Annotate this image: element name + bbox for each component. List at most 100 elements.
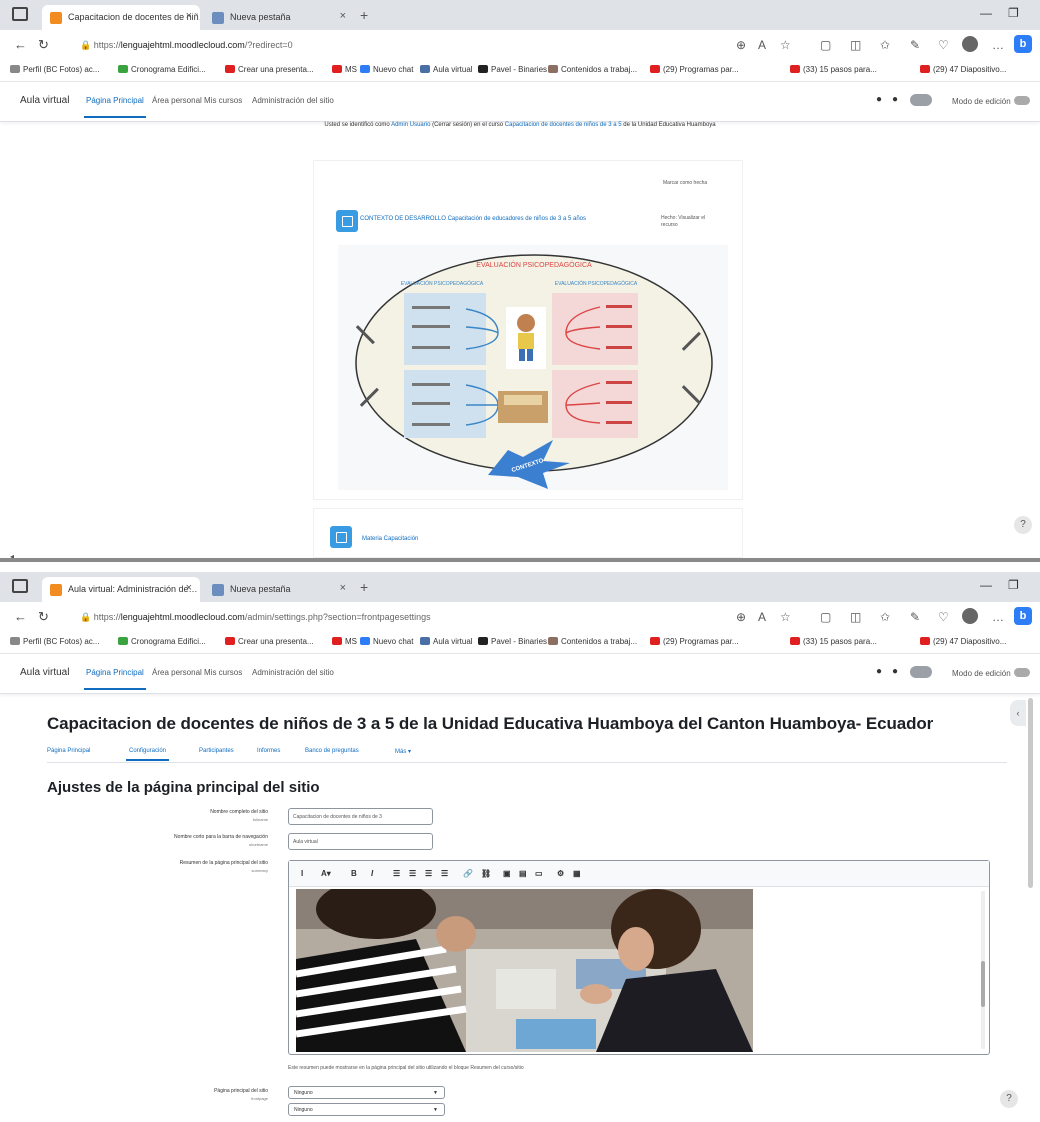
bookmark-item[interactable]: Perfil (BC Fotos) ac... — [10, 637, 99, 646]
minimize-icon[interactable]: — — [980, 578, 992, 592]
browser-tab-active[interactable]: Capacitacion de docentes de niñ… × — [42, 5, 200, 30]
recording-icon[interactable]: ▭ — [535, 869, 543, 878]
read-aloud-icon[interactable]: A — [758, 610, 766, 624]
activity-title-link[interactable]: CONTEXTO DE DESARROLLO Capacitación de e… — [360, 215, 650, 224]
more-menu-icon[interactable]: … — [992, 610, 1004, 624]
ordered-list-icon[interactable]: ☰ — [409, 869, 416, 878]
zoom-icon[interactable]: ⊕ — [736, 38, 746, 52]
window-menu-icon[interactable] — [12, 7, 28, 21]
profile-avatar-icon[interactable] — [962, 36, 978, 52]
nav-home[interactable]: Página Principal — [84, 668, 146, 690]
edit-mode-toggle[interactable]: Modo de edición — [952, 668, 1030, 678]
bookmark-item[interactable]: Perfil (BC Fotos) ac... — [10, 65, 99, 74]
bookmark-item[interactable]: Cronograma Edifici... — [118, 637, 206, 646]
bookmark-item[interactable]: Crear una presenta... — [225, 637, 314, 646]
bookmark-item[interactable]: Nuevo chat — [360, 65, 413, 74]
block-drawer-toggle-icon[interactable]: ‹ — [1010, 700, 1026, 726]
site-name[interactable]: Aula virtual — [20, 95, 69, 106]
maximize-icon[interactable]: ❐ — [1008, 578, 1019, 592]
summary-editor[interactable]: I A▾ B I ☰ ☰ ☰ ☰ 🔗 ⛓ ▣ ▤ ▭ ⚙ ▦ — [288, 860, 990, 1055]
favorites-icon[interactable]: ✩ — [880, 38, 890, 52]
browser-tab-active[interactable]: Aula virtual: Administración de… × — [42, 577, 200, 602]
collections-icon[interactable]: ◫ — [850, 38, 861, 52]
toolbar-toggle-button[interactable]: I — [301, 869, 303, 878]
bold-button[interactable]: B — [351, 869, 357, 878]
nav-my-courses[interactable]: Mis cursos — [204, 96, 242, 105]
close-tab-icon[interactable]: × — [186, 10, 192, 22]
horizontal-scrollbar[interactable] — [0, 558, 1040, 562]
italic-button[interactable]: I — [371, 869, 373, 878]
bookmark-item[interactable]: Contenidos a trabaj... — [548, 65, 637, 74]
new-tab-icon[interactable]: + — [360, 7, 368, 23]
favorites-icon[interactable]: ✩ — [880, 610, 890, 624]
help-icon[interactable]: ? — [1000, 1090, 1018, 1108]
media-icon[interactable]: ▤ — [519, 869, 527, 878]
page-scrollbar[interactable] — [1028, 698, 1033, 888]
browser-essentials-icon[interactable]: ♡ — [938, 38, 949, 52]
notifications-bell-icon[interactable]: ● — [876, 666, 882, 677]
reload-icon[interactable]: ↻ — [38, 609, 49, 625]
tab-settings[interactable]: Configuración — [125, 748, 170, 761]
browser-tab-new[interactable]: Nueva pestaña × — [204, 5, 354, 30]
bookmark-item[interactable]: Aula virtual — [420, 65, 473, 74]
nav-site-admin[interactable]: Administración del sitio — [252, 668, 334, 677]
site-name[interactable]: Aula virtual — [20, 667, 69, 678]
back-icon[interactable]: ← — [14, 609, 27, 624]
bookmark-item[interactable]: Pavel - Binaries — [478, 65, 547, 74]
activity-title-link[interactable]: Materia Capacitación — [362, 536, 418, 542]
nav-home[interactable]: Página Principal — [84, 96, 146, 118]
bookmark-item[interactable]: MS — [332, 637, 357, 646]
bookmark-item[interactable]: Nuevo chat — [360, 637, 413, 646]
tab-home[interactable]: Página Principal — [47, 748, 90, 754]
h5p-icon[interactable]: ⚙ — [557, 869, 564, 878]
maximize-icon[interactable]: ❐ — [1008, 6, 1019, 20]
browser-essentials-icon[interactable]: ♡ — [938, 610, 949, 624]
favorite-star-icon[interactable]: ☆ — [780, 610, 791, 624]
copilot-icon[interactable]: b — [1014, 35, 1032, 53]
browser-tab-new[interactable]: Nueva pestaña × — [204, 577, 354, 602]
shortname-input[interactable]: Aula virtual — [288, 833, 433, 850]
reload-icon[interactable]: ↻ — [38, 37, 49, 53]
user-avatar[interactable] — [910, 94, 932, 106]
nav-my-courses[interactable]: Mis cursos — [204, 668, 242, 677]
copilot-icon[interactable]: b — [1014, 607, 1032, 625]
bookmark-item[interactable]: (29) Programas par... — [650, 65, 739, 74]
mark-done-button[interactable]: Marcar como hecha — [663, 180, 707, 186]
nav-site-admin[interactable]: Administración del sitio — [252, 96, 334, 105]
nav-dashboard[interactable]: Área personal — [152, 668, 202, 677]
zoom-icon[interactable]: ⊕ — [736, 610, 746, 624]
close-tab-icon[interactable]: × — [340, 10, 346, 22]
bookmark-item[interactable]: Pavel - Binaries — [478, 637, 547, 646]
user-avatar[interactable] — [910, 666, 932, 678]
bookmark-item[interactable]: (33) 15 pasos para... — [790, 637, 877, 646]
tab-participants[interactable]: Participantes — [199, 748, 234, 754]
minimize-icon[interactable]: — — [980, 6, 992, 20]
font-style-button[interactable]: A▾ — [321, 869, 331, 878]
extensions-icon[interactable]: ✎ — [910, 38, 920, 52]
user-link[interactable]: Admin Usuario — [391, 122, 430, 128]
collections-icon[interactable]: ◫ — [850, 610, 861, 624]
bookmark-item[interactable]: (29) 47 Diapositivo... — [920, 65, 1006, 74]
bookmark-item[interactable]: Cronograma Edifici... — [118, 65, 206, 74]
bookmark-item[interactable]: (29) Programas par... — [650, 637, 739, 646]
tab-more[interactable]: Más ▾ — [395, 748, 411, 755]
indent-icon[interactable]: ☰ — [441, 869, 448, 878]
bookmark-item[interactable]: Contenidos a trabaj... — [548, 637, 637, 646]
bookmark-item[interactable]: (29) 47 Diapositivo... — [920, 637, 1006, 646]
outdent-icon[interactable]: ☰ — [425, 869, 432, 878]
bookmark-item[interactable]: (33) 15 pasos para... — [790, 65, 877, 74]
editor-scrollbar-thumb[interactable] — [981, 961, 985, 1007]
unordered-list-icon[interactable]: ☰ — [393, 869, 400, 878]
read-aloud-icon[interactable]: A — [758, 38, 766, 52]
extensions-icon[interactable]: ✎ — [910, 610, 920, 624]
address-bar[interactable]: 🔒 https://lenguajehtml.moodlecloud.com/?… — [80, 36, 600, 55]
tab-question-bank[interactable]: Banco de preguntas — [305, 748, 359, 754]
more-menu-icon[interactable]: … — [992, 38, 1004, 52]
bookmark-item[interactable]: Crear una presenta... — [225, 65, 314, 74]
messages-icon[interactable]: ● — [892, 94, 898, 105]
address-bar[interactable]: 🔒 https://lenguajehtml.moodlecloud.com/a… — [80, 608, 600, 627]
bookmark-item[interactable]: MS — [332, 65, 357, 74]
tab-reports[interactable]: Informes — [257, 748, 280, 754]
frontpage-select-1[interactable]: Ninguno ▼ — [288, 1086, 445, 1099]
split-screen-icon[interactable]: ▢ — [820, 38, 831, 52]
